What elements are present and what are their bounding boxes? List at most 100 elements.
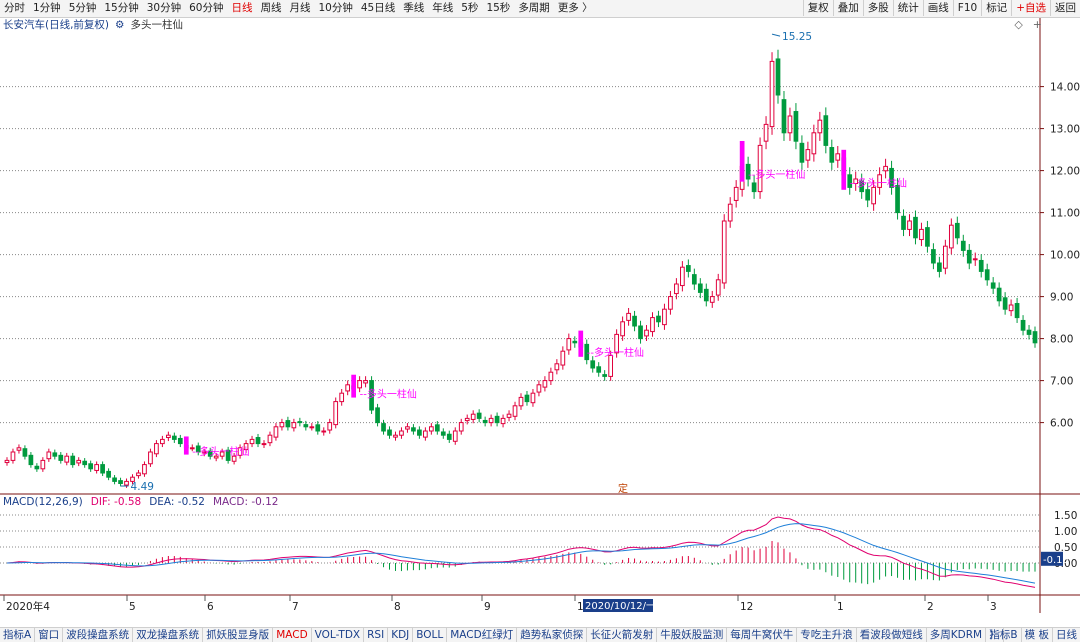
candle bbox=[177, 434, 183, 448]
candle-body bbox=[417, 429, 422, 436]
candle bbox=[721, 214, 727, 289]
period-tab[interactable]: 30分钟 bbox=[143, 0, 185, 17]
indicator-tab[interactable]: KDJ bbox=[388, 628, 414, 642]
period-tab[interactable]: 日线 bbox=[228, 0, 257, 17]
bottom-right-button[interactable]: 模 板 bbox=[1020, 628, 1052, 642]
toolbar-button[interactable]: 多股 bbox=[862, 0, 893, 16]
candle-body bbox=[781, 99, 787, 134]
toolbar-button[interactable]: 画线 bbox=[922, 0, 953, 16]
indicator-tab[interactable]: 双龙操盘系统 bbox=[133, 628, 204, 642]
candle-body bbox=[566, 338, 572, 351]
candle-body bbox=[327, 422, 333, 431]
candle bbox=[943, 239, 948, 275]
candle bbox=[309, 423, 315, 431]
toolbar-button[interactable]: 标记 bbox=[981, 0, 1011, 16]
candle bbox=[668, 290, 673, 315]
candle-body bbox=[554, 363, 560, 371]
indicator-tab[interactable]: 指标A bbox=[0, 628, 36, 642]
candle-body bbox=[763, 123, 769, 142]
candle bbox=[662, 303, 667, 330]
period-tab[interactable]: 年线 bbox=[428, 0, 457, 17]
candle-body bbox=[972, 258, 978, 261]
period-tab[interactable]: 月线 bbox=[286, 0, 315, 17]
toolbar-button[interactable]: 统计 bbox=[892, 0, 923, 16]
indicator-tab[interactable]: 看波段做短线 bbox=[857, 628, 927, 642]
toolbar-button[interactable]: 复权 bbox=[802, 0, 833, 16]
time-tick-label: 1 bbox=[837, 601, 844, 613]
candle bbox=[978, 254, 984, 278]
indicator-tab[interactable]: 抓妖股显身版 bbox=[203, 628, 274, 642]
period-tabs: 分时 1分钟 5分钟 15分钟 30分钟 60分钟 日线 周线 月线 10分钟 45日线 季线 年线 5秒… bbox=[0, 0, 597, 17]
period-tab[interactable]: 45日线 bbox=[357, 0, 399, 17]
candle-body bbox=[393, 434, 398, 438]
candle bbox=[572, 336, 578, 348]
indicator-tab[interactable]: VOL-TDX bbox=[312, 628, 365, 642]
candle-body bbox=[470, 413, 476, 420]
candle bbox=[476, 409, 482, 423]
period-tab[interactable]: 15分钟 bbox=[100, 0, 142, 17]
candle-body bbox=[124, 480, 129, 486]
candle-body bbox=[249, 438, 255, 445]
candle bbox=[650, 312, 655, 337]
indicator-tab[interactable]: 长征火箭发射 bbox=[587, 628, 658, 642]
toolbar-button[interactable]: F10 bbox=[952, 0, 981, 16]
candle bbox=[417, 426, 422, 439]
price-tick-label: 10.00 bbox=[1050, 250, 1080, 262]
signal-label: --多头一柱仙 bbox=[748, 168, 805, 181]
indicator-tab[interactable]: 每周牛窝伏牛 bbox=[727, 628, 798, 642]
plus-icon[interactable]: + bbox=[1033, 18, 1042, 31]
candle-body bbox=[811, 132, 817, 155]
candle-body bbox=[805, 149, 811, 161]
indicator-tab[interactable]: 专吃主升浪 bbox=[797, 628, 857, 642]
candle-body bbox=[674, 283, 679, 295]
period-tab[interactable]: 季线 bbox=[399, 0, 428, 17]
period-tab[interactable]: 多周期 bbox=[514, 0, 554, 17]
indicator-tab[interactable]: 波段操盘系统 bbox=[63, 628, 134, 642]
candle bbox=[542, 376, 548, 392]
indicator-tab[interactable]: 牛股妖股监测 bbox=[657, 628, 728, 642]
indicator-tab[interactable]: MACD红绿灯 bbox=[447, 628, 518, 642]
period-tab[interactable]: 60分钟 bbox=[185, 0, 227, 17]
chart-area[interactable]: 14.00 13.00 12.00 11.00 10.00 9.00 8.00 7.00 6.0… bbox=[0, 18, 1080, 613]
candle bbox=[273, 423, 279, 441]
period-tab[interactable]: 分时 bbox=[0, 0, 29, 17]
candle bbox=[261, 440, 267, 448]
period-tab[interactable]: 5秒 bbox=[457, 0, 482, 17]
indicator-tab[interactable]: BOLL bbox=[413, 628, 448, 642]
indicator-tab[interactable]: MACD bbox=[273, 628, 312, 642]
candle bbox=[680, 261, 685, 292]
indicator-tab[interactable]: RSI bbox=[364, 628, 389, 642]
candle-body bbox=[733, 186, 739, 201]
candle-body bbox=[996, 287, 1002, 302]
candle bbox=[10, 448, 16, 464]
bottom-right-button[interactable]: 指标B bbox=[985, 628, 1020, 642]
candle-body bbox=[644, 329, 649, 337]
period-tab[interactable]: 15秒 bbox=[482, 0, 514, 17]
stock-chart[interactable]: 14.0013.0012.0011.0010.009.008.007.006.0… bbox=[0, 18, 1080, 613]
candle bbox=[536, 380, 542, 397]
bottom-right-button[interactable]: 日线 bbox=[1052, 628, 1080, 642]
candle-body bbox=[160, 438, 165, 445]
anchor-marker[interactable]: 定 bbox=[618, 482, 628, 495]
time-tick-label: 8 bbox=[394, 601, 401, 613]
indicator-tab[interactable]: 趋势私家侦探 bbox=[517, 628, 588, 642]
candle bbox=[931, 243, 936, 270]
toolbar-button[interactable]: 叠加 bbox=[832, 0, 863, 16]
indicator-gear-icon[interactable]: ⚙ bbox=[115, 18, 124, 32]
macd-indicator-name[interactable]: MACD(12,26,9) bbox=[3, 495, 83, 509]
toolbar-button[interactable]: 返回 bbox=[1050, 0, 1080, 16]
indicator-tab[interactable]: 窗口 bbox=[35, 628, 64, 642]
period-tab[interactable]: 10分钟 bbox=[315, 0, 357, 17]
candle bbox=[793, 103, 799, 150]
period-tab[interactable]: 1分钟 bbox=[29, 0, 65, 17]
period-tab[interactable]: 更多 〉 bbox=[554, 0, 597, 17]
period-tab[interactable]: 5分钟 bbox=[65, 0, 101, 17]
toolbar-button[interactable]: +自选 bbox=[1011, 0, 1050, 16]
candle-body bbox=[177, 437, 183, 445]
price-tick-label: 11.00 bbox=[1050, 208, 1080, 220]
signal-label: --多头一柱仙 bbox=[360, 387, 417, 400]
diamond-icon[interactable]: ◇ bbox=[1014, 18, 1022, 31]
indicator-tab[interactable]: 多周KDRM bbox=[927, 628, 987, 642]
period-tab[interactable]: 周线 bbox=[257, 0, 286, 17]
candle-body bbox=[16, 447, 22, 451]
